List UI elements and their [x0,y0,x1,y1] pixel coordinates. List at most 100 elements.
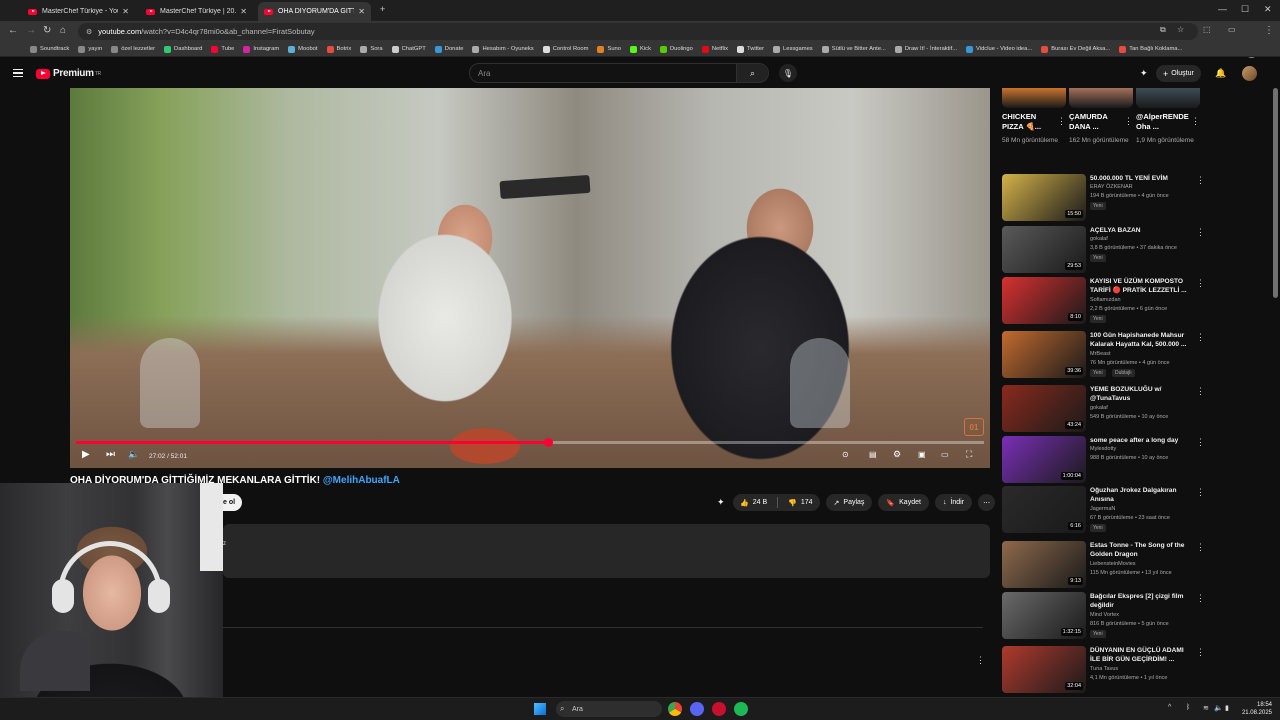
mention-link[interactable]: @MelihAbuafLA [323,475,400,486]
bookmark-item[interactable]: Dashboard [164,45,202,53]
bookmark-item[interactable]: Botrix [326,45,351,53]
recommendation-item[interactable]: 39:36 100 Gün Hapishanede Mahsur Kalarak… [1002,331,1272,381]
minimize-icon[interactable]: — [1218,4,1227,14]
more-vertical-icon[interactable]: ⋮ [1196,487,1205,498]
bookmark-item[interactable]: yayın [78,45,102,53]
more-vertical-icon[interactable]: ⋮ [1196,542,1205,553]
more-vertical-icon[interactable]: ⋮ [1196,593,1205,604]
tray-chevron-icon[interactable]: ^ [1168,704,1171,711]
more-vertical-icon[interactable]: ⋮ [1196,437,1205,448]
miniplayer-icon[interactable]: ▣ [918,450,926,459]
autoplay-toggle-icon[interactable]: ⊙ [842,450,849,459]
more-vertical-icon[interactable]: ⋮ [1196,386,1205,397]
more-vertical-icon[interactable]: ⋮ [1124,116,1133,127]
install-icon[interactable]: ⧉ [1160,25,1166,35]
more-vertical-icon[interactable]: ⋮ [1196,227,1205,238]
short-thumbnail[interactable] [1002,88,1066,108]
recommendation-item[interactable]: 29:53 AÇELYA BAZAN gokalaf 3,8 B görüntü… [1002,226,1272,276]
like-button[interactable]: 👍 24 B 👎 174 [733,494,820,511]
channel-name[interactable]: MrBeast [1090,351,1110,357]
more-vertical-icon[interactable]: ⋮ [1196,175,1205,186]
more-vertical-icon[interactable]: ⋮ [976,655,985,666]
bookmark-star-icon[interactable]: ☆ [1177,25,1184,34]
recommendation-item[interactable]: 9:13 Estas Tonne - The Song of the Golde… [1002,541,1272,591]
more-actions-button[interactable]: ⋯ [978,494,996,511]
battery-icon[interactable]: ▮ [1225,704,1229,712]
premium-sparkle-icon[interactable]: ✦ [717,497,725,508]
page-scrollbar[interactable] [1273,88,1278,298]
more-vertical-icon[interactable]: ⋮ [1196,278,1205,289]
search-input[interactable] [478,66,728,80]
channel-name[interactable]: gokalaf [1090,405,1108,411]
recommendation-item[interactable]: 8:10 KAYISI VE ÜZÜM KOMPOSTO TARİFİ 🔴 PR… [1002,277,1272,327]
recommendation-title[interactable]: Estas Tonne - The Song of the Golden Dra… [1090,541,1190,559]
channel-name[interactable]: Mylesdotty [1090,446,1116,452]
channel-watermark[interactable]: 01 [964,418,984,436]
video-player[interactable]: 01 ▶ ⏭ 🔈 27:02 / 52:01 ⊙ ▤ ⚙ ▣ ▭ ⛶ [70,88,990,468]
more-vertical-icon[interactable]: ⋮ [1196,647,1205,658]
progress-bar[interactable] [76,438,984,447]
save-button[interactable]: 🔖 Kaydet [878,494,929,511]
back-icon[interactable]: ← [8,25,18,36]
bookmark-item[interactable]: Kick [630,45,651,53]
short-title[interactable]: CHICKEN PIZZA 🍕... [1002,112,1056,132]
close-icon[interactable]: ✕ [240,7,247,16]
video-thumbnail[interactable]: 9:13 [1002,541,1086,588]
bookmark-item[interactable]: Sora [360,45,383,53]
short-title[interactable]: @AlperRENDE Oha ... [1136,112,1190,132]
wifi-icon[interactable]: ≋ [1203,704,1209,712]
video-thumbnail[interactable]: 32:04 [1002,646,1086,693]
channel-name[interactable]: ERAY ÖZKENAR [1090,184,1133,190]
recommendation-title[interactable]: Oğuzhan Jrokez Dalgakıran Anısına [1090,486,1190,504]
speaker-icon[interactable]: 🔈 [1214,704,1223,712]
video-thumbnail[interactable]: 8:10 [1002,277,1086,324]
bookmark-item[interactable]: Instagram [243,45,279,53]
recommendation-title[interactable]: YEME BOZUKLUĞU w/ @TunaTavus [1090,385,1190,403]
bookmark-item[interactable]: Twitter [736,45,764,53]
spotify-icon[interactable] [734,702,748,716]
bookmark-item[interactable]: Tube [211,45,234,53]
browser-tab-3[interactable]: OHA DİYORUM'DA GİTTİĞİMİZ ✕ [258,2,371,21]
more-vertical-icon[interactable]: ⋮ [1191,116,1200,127]
bookmark-item[interactable]: Soundtrack [30,45,69,53]
recommendation-item[interactable]: 1:00:04 some peace after a long day Myle… [1002,436,1272,486]
recommendation-item[interactable]: 43:24 YEME BOZUKLUĞU w/ @TunaTavus gokal… [1002,385,1272,435]
sidebar-icon[interactable]: ▭ [1228,25,1236,34]
theater-mode-icon[interactable]: ▭ [941,450,949,459]
channel-name[interactable]: Sofiamızdan [1090,297,1121,303]
taskbar-search[interactable]: ⌕ Ara [556,701,662,717]
video-thumbnail[interactable]: 1:00:04 [1002,436,1086,483]
discord-icon[interactable] [690,702,704,716]
short-thumbnail[interactable] [1136,88,1200,108]
bluetooth-icon[interactable]: ᛒ [1186,704,1190,711]
windows-start-icon[interactable] [534,703,546,715]
channel-name[interactable]: Mind Vortex [1090,612,1119,618]
url-field[interactable]: ⚙ youtube.com /watch?v=D4c4qr78mi0o&ab_c… [78,23,1198,40]
recommendation-title[interactable]: 100 Gün Hapishanede Mahsur Kalarak Hayat… [1090,331,1190,349]
recommendation-title[interactable]: 50.000.000 TL YENİ EVİM [1090,174,1190,183]
maximize-icon[interactable]: ☐ [1241,4,1249,15]
download-button[interactable]: ↓ İndir [934,494,973,511]
home-icon[interactable]: ⌂ [60,25,66,36]
channel-name[interactable]: gokalaf [1090,236,1108,242]
bookmark-item[interactable]: Vidclue - Video idea... [966,45,1032,53]
youtube-logo[interactable]: Premium TR [36,68,101,79]
bookmark-item[interactable]: Duolingo [659,45,693,53]
video-thumbnail[interactable]: 43:24 [1002,385,1086,432]
recommendation-item[interactable]: 32:04 DÜNYANIN EN GÜÇLÜ ADAMI İLE BİR GÜ… [1002,646,1272,696]
bookmark-item[interactable]: Burası Ev Değil Aksa... [1041,45,1110,53]
next-icon[interactable]: ⏭ [106,449,115,460]
recommendation-item[interactable]: 15:50 50.000.000 TL YENİ EVİM ERAY ÖZKEN… [1002,174,1272,224]
bookmark-item[interactable]: özel lezzetler [111,45,155,53]
bookmark-item[interactable]: Netflix [701,45,728,53]
bookmark-item[interactable]: ChatGPT [391,45,426,53]
bookmark-item[interactable]: Draw It! - İnteraktif... [894,45,957,53]
recommendation-title[interactable]: DÜNYANIN EN GÜÇLÜ ADAMI İLE BİR GÜN GEÇİ… [1090,646,1190,664]
bookmark-item[interactable]: Moobot [288,45,318,53]
bookmark-item[interactable]: Donate [434,45,463,53]
cast-icon[interactable]: ✦ [1140,68,1148,79]
extensions-icon[interactable]: ⬚ [1203,25,1211,34]
video-thumbnail[interactable]: 15:50 [1002,174,1086,221]
fullscreen-icon[interactable]: ⛶ [966,449,972,460]
bell-icon[interactable]: 🔔 [1215,68,1226,79]
